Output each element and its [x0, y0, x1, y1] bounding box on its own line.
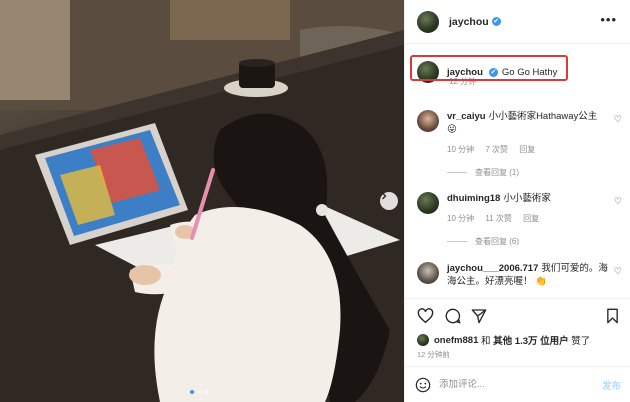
commenter-avatar[interactable]: [417, 192, 439, 214]
bookmark-icon[interactable]: [606, 308, 619, 324]
carousel-dot-active: [190, 390, 194, 394]
likes-connector: 和: [481, 336, 491, 347]
post-comment-button[interactable]: 发布: [602, 378, 621, 392]
photo-illustration: [0, 0, 404, 402]
comment-reply-button[interactable]: 回复: [519, 145, 535, 154]
caption-highlight-box: [410, 55, 568, 81]
comment-like-count[interactable]: 11 次赞: [485, 214, 512, 223]
replies-divider: [447, 241, 467, 242]
likes-summary: onefm881 和 其他 1.3万 位用户 赞了: [417, 333, 590, 347]
carousel-indicator: [190, 390, 208, 394]
carousel-dot: [197, 390, 201, 394]
carousel-next-button[interactable]: [380, 192, 398, 210]
comment-composer: 发布: [405, 366, 630, 402]
comment-emoji: 😜: [447, 124, 457, 135]
author-username[interactable]: jaychou: [449, 16, 489, 28]
replies-divider: [447, 172, 467, 173]
comment-username[interactable]: dhuiming18: [447, 193, 500, 204]
view-replies-label: 查看回复 (1): [475, 168, 519, 177]
emoji-icon[interactable]: [415, 377, 431, 393]
view-replies-button[interactable]: 查看回复 (1): [447, 167, 519, 178]
comment-item: jaychou___2006.717 我们可爱的。海海公主。好漂亮喔！ 👏: [417, 262, 612, 288]
commenter-avatar[interactable]: [417, 262, 439, 284]
likes-others-count[interactable]: 其他 1.3万 位用户: [493, 333, 569, 347]
post-photo[interactable]: [0, 0, 404, 402]
liker-username[interactable]: onefm881: [434, 335, 478, 346]
comment-username[interactable]: jaychou___2006.717: [447, 263, 538, 274]
chevron-right-icon: [382, 192, 387, 200]
comment-meta: 10 分钟 11 次赞 回复: [447, 213, 612, 224]
comment-input[interactable]: [439, 379, 602, 390]
author-avatar[interactable]: [417, 10, 439, 33]
comment-like-heart-icon[interactable]: ♡: [614, 266, 622, 277]
view-replies-button[interactable]: 查看回复 (6): [447, 236, 519, 247]
carousel-dot: [204, 390, 208, 394]
action-bar: [405, 298, 630, 332]
comment-like-heart-icon[interactable]: ♡: [614, 196, 622, 207]
comment-like-heart-icon[interactable]: ♡: [614, 114, 622, 125]
comment-like-count[interactable]: 7 次赞: [485, 145, 508, 154]
post-timestamp: 12 分钟前: [417, 350, 450, 359]
comment-timestamp: 10 分钟: [447, 214, 475, 223]
likes-suffix: 赞了: [571, 336, 591, 347]
comment-username[interactable]: vr_caiyu: [447, 111, 486, 122]
commenter-avatar[interactable]: [417, 110, 439, 132]
more-options-icon[interactable]: •••: [600, 12, 617, 27]
comment-meta: 10 分钟 7 次赞 回复: [447, 144, 612, 155]
comment-text: dhuiming18 小小藝術家: [447, 192, 612, 205]
comment-item: vr_caiyu 小小藝術家Hathaway公主 😜 10 分钟 7 次赞 回复: [417, 110, 612, 155]
post-header: jaychou ✔ •••: [405, 0, 630, 44]
comment-emoji: 👏: [535, 276, 547, 287]
comment-text: jaychou___2006.717 我们可爱的。海海公主。好漂亮喔！ 👏: [447, 262, 612, 288]
like-heart-icon[interactable]: [417, 308, 434, 324]
comment-timestamp: 10 分钟: [447, 145, 475, 154]
verified-badge-icon: ✔: [491, 17, 501, 26]
comment-body: 小小藝術家: [503, 193, 551, 204]
comment-icon[interactable]: [445, 308, 461, 324]
comment-item: dhuiming18 小小藝術家 10 分钟 11 次赞 回复: [417, 192, 612, 224]
comment-reply-button[interactable]: 回复: [523, 214, 539, 223]
comment-body: 小小藝術家Hathaway公主: [488, 111, 598, 122]
liker-avatar[interactable]: [417, 334, 429, 346]
view-replies-label: 查看回复 (6): [475, 237, 519, 246]
comment-text: vr_caiyu 小小藝術家Hathaway公主 😜: [447, 110, 612, 136]
share-icon[interactable]: [471, 308, 487, 324]
